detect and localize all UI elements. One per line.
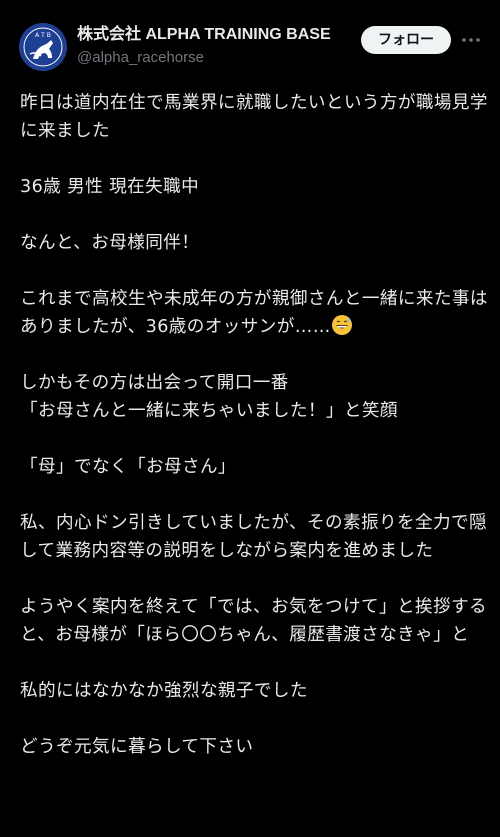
follow-button[interactable]: フォロー <box>361 26 451 54</box>
post-paragraph: 私的にはなかなか強烈な親子でした <box>20 681 308 701</box>
post-paragraph: 36歳 男性 現在失職中 <box>20 177 200 197</box>
post-paragraph: しかもその方は出会って開口一番 「お母さんと一緒に来ちゃいました！」と笑顔 <box>20 373 398 421</box>
post-paragraph: どうぞ元気に暮らして下さい <box>20 737 254 757</box>
post-paragraph: ようやく案内を終えて「では、お気をつけて」と挨拶すると、お母様が「ほら〇〇ちゃん… <box>20 597 487 645</box>
post-paragraph-text: これまで高校生や未成年の方が親御さんと一緒に来た事はありましたが、36歳のオッサ… <box>20 289 488 337</box>
horse-logo-icon: A T B <box>19 23 67 71</box>
svg-text:A T B: A T B <box>35 32 51 39</box>
post-paragraph: 私、内心ドン引きしていましたが、その素振りを全力で隠して業務内容等の説明をしなが… <box>20 513 487 561</box>
avatar[interactable]: A T B <box>19 23 67 71</box>
post-paragraph: なんと、お母様同伴！ <box>20 233 200 253</box>
post-body: 昨日は道内在住で馬業界に就職したいという方が職場見学に来ました 36歳 男性 現… <box>20 89 490 761</box>
more-horizontal-icon[interactable] <box>460 30 482 50</box>
display-name[interactable]: 株式会社 ALPHA TRAINING BASE <box>77 24 331 46</box>
account-names: 株式会社 ALPHA TRAINING BASE @alpha_racehors… <box>77 24 331 68</box>
post-paragraph: 昨日は道内在住で馬業界に就職したいという方が職場見学に来ました <box>20 93 488 141</box>
account-handle[interactable]: @alpha_racehorse <box>77 48 331 68</box>
post-header: A T B 株式会社 ALPHA TRAINING BASE @alpha_ra… <box>0 0 500 80</box>
post-paragraph: 「母」でなく「お母さん」 <box>20 457 236 477</box>
post-paragraph: これまで高校生や未成年の方が親御さんと一緒に来た事はありましたが、36歳のオッサ… <box>20 285 490 341</box>
grinning-face-with-sweat-icon <box>331 315 352 335</box>
